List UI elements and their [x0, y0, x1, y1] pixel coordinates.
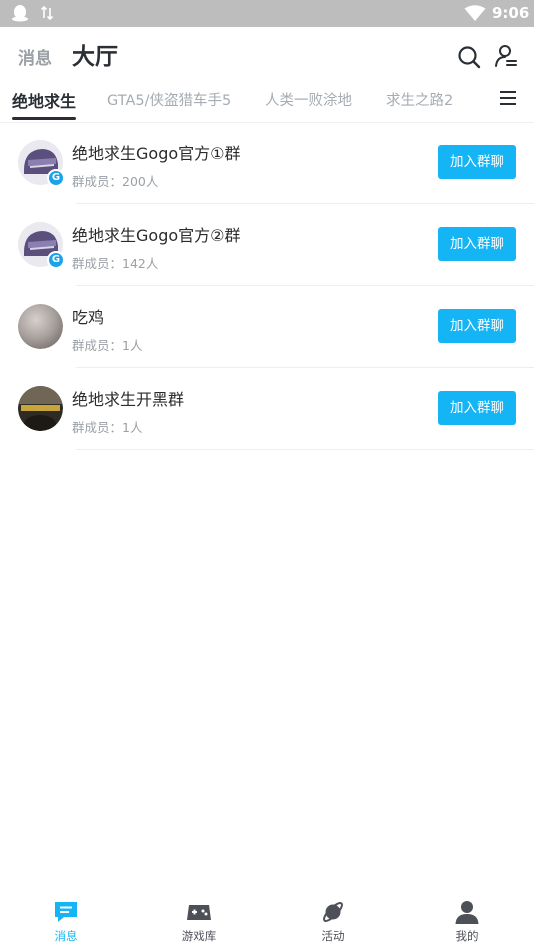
gamepad-icon: [187, 905, 211, 920]
list-item[interactable]: G 绝地求生Gogo官方①群 群成员：200人 加入群聊: [0, 122, 534, 204]
nav-label: 游戏库: [181, 929, 217, 943]
tab-pubg[interactable]: 绝地求生: [12, 88, 76, 112]
nav-label: 活动: [321, 929, 345, 943]
avatar: [18, 386, 63, 431]
data-sync-icon: [40, 5, 54, 21]
avatar: G: [18, 222, 65, 269]
group-name: 吃鸡: [72, 308, 105, 327]
group-list: G 绝地求生Gogo官方①群 群成员：200人 加入群聊 G 绝地求生Gogo官…: [0, 122, 534, 450]
user-search-icon[interactable]: [494, 44, 518, 68]
list-item[interactable]: G 绝地求生Gogo官方②群 群成员：142人 加入群聊: [0, 204, 534, 286]
tab-messages[interactable]: 消息: [18, 44, 52, 69]
join-group-button[interactable]: 加入群聊: [438, 309, 516, 343]
group-name: 绝地求生Gogo官方①群: [72, 144, 241, 163]
game-tabs: 绝地求生 GTA5/侠盗猎车手5 人类一败涂地 求生之路2: [0, 83, 534, 123]
join-group-button[interactable]: 加入群聊: [438, 391, 516, 425]
wifi-icon: [464, 5, 486, 21]
list-item[interactable]: 吃鸡 群成员：1人 加入群聊: [0, 286, 534, 368]
group-member-count: 群成员：1人: [72, 420, 143, 435]
group-member-count: 群成员：1人: [72, 338, 143, 353]
nav-game-library[interactable]: 游戏库: [159, 893, 239, 949]
header: 消息 大厅: [0, 27, 534, 83]
tab-human-fall-flat[interactable]: 人类一败涂地: [265, 89, 352, 110]
planet-icon: [323, 902, 343, 922]
battlegrounds-avatar-icon: [18, 386, 63, 431]
silver-sphere-avatar-icon: [18, 304, 63, 349]
tab-left4dead2[interactable]: 求生之路2: [386, 89, 453, 110]
avatar: G: [18, 140, 65, 187]
g-badge-icon: G: [47, 169, 65, 187]
divider: [76, 449, 534, 450]
qq-icon: [12, 5, 28, 22]
join-group-button[interactable]: 加入群聊: [438, 227, 516, 261]
profile-icon: [455, 901, 479, 924]
group-member-count: 群成员：142人: [72, 256, 159, 271]
group-member-count: 群成员：200人: [72, 174, 159, 189]
bottom-nav: 消息 游戏库 活动 我的: [0, 893, 534, 949]
message-icon: [55, 902, 77, 922]
clock: 9:06: [492, 4, 530, 22]
join-group-button[interactable]: 加入群聊: [438, 145, 516, 179]
active-tab-indicator: [12, 117, 76, 120]
g-badge-icon: G: [47, 251, 65, 269]
nav-label: 我的: [455, 929, 479, 943]
nav-label: 消息: [54, 929, 78, 943]
avatar: [18, 304, 63, 349]
status-bar: 9:06: [0, 0, 534, 27]
menu-icon[interactable]: [499, 89, 517, 107]
group-name: 绝地求生开黑群: [72, 390, 185, 409]
tab-gta5[interactable]: GTA5/侠盗猎车手5: [107, 89, 231, 110]
search-icon[interactable]: [457, 45, 481, 69]
group-name: 绝地求生Gogo官方②群: [72, 226, 241, 245]
nav-profile[interactable]: 我的: [427, 893, 507, 949]
nav-messages[interactable]: 消息: [26, 893, 106, 949]
list-item[interactable]: 绝地求生开黑群 群成员：1人 加入群聊: [0, 368, 534, 450]
tab-hall[interactable]: 大厅: [72, 37, 118, 71]
nav-activity[interactable]: 活动: [293, 893, 373, 949]
